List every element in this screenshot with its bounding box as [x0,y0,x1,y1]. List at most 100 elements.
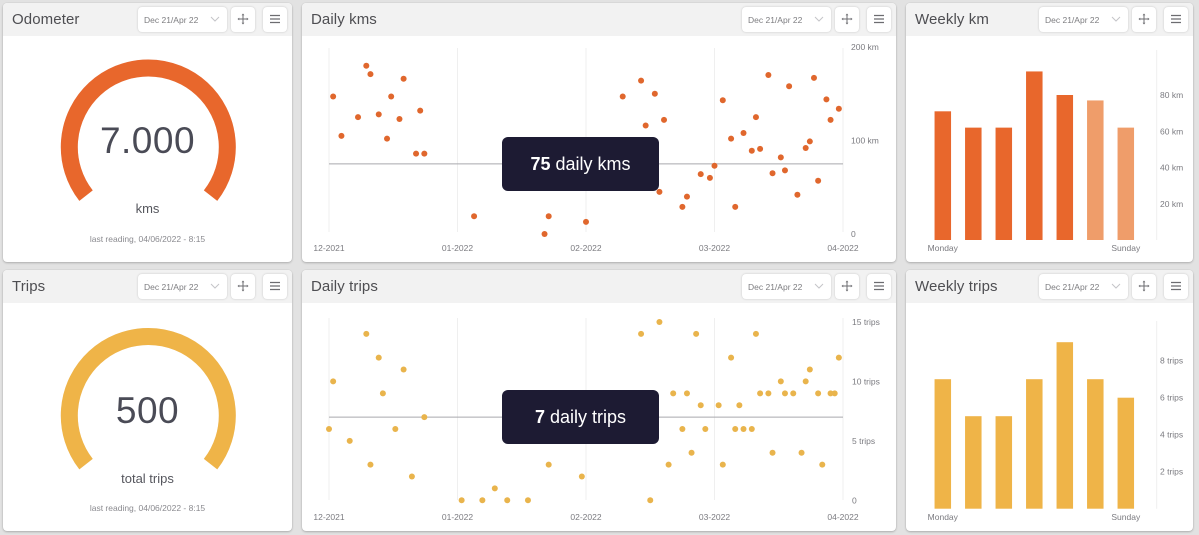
date-range-dropdown[interactable]: Dec 21/Apr 22 [138,7,227,32]
bar[interactable] [1117,397,1135,509]
data-point[interactable] [786,83,793,90]
data-point[interactable] [396,115,403,122]
data-point[interactable] [330,378,337,385]
data-point[interactable] [781,390,788,397]
data-point[interactable] [363,62,370,69]
data-point[interactable] [417,107,424,114]
data-point[interactable] [545,213,552,220]
data-point[interactable] [806,366,813,373]
data-point[interactable] [375,354,382,361]
data-point[interactable] [794,191,801,198]
data-point[interactable] [471,213,478,220]
data-point[interactable] [719,97,726,104]
data-point[interactable] [408,473,415,480]
data-point[interactable] [765,72,772,79]
data-point[interactable] [693,330,700,337]
bar[interactable] [995,127,1013,240]
date-range-dropdown[interactable]: Dec 21/Apr 22 [742,274,831,299]
data-point[interactable] [757,390,764,397]
bar[interactable] [1087,379,1104,509]
data-point[interactable] [757,145,764,152]
data-point[interactable] [715,402,722,409]
bar[interactable] [934,111,952,240]
date-range-dropdown[interactable]: Dec 21/Apr 22 [742,7,831,32]
data-point[interactable] [683,193,690,200]
data-point[interactable] [806,138,813,145]
move-button[interactable] [1132,7,1156,32]
data-point[interactable] [665,461,672,468]
data-point[interactable] [752,114,759,121]
data-point[interactable] [400,366,407,373]
data-point[interactable] [647,497,654,504]
data-point[interactable] [421,150,428,157]
date-range-dropdown[interactable]: Dec 21/Apr 22 [138,274,227,299]
bar[interactable] [934,379,952,509]
data-point[interactable] [638,330,645,337]
data-point[interactable] [578,473,585,480]
data-point[interactable] [388,93,395,100]
data-point[interactable] [819,461,826,468]
data-point[interactable] [346,437,353,444]
bar[interactable] [1056,342,1074,509]
data-point[interactable] [479,497,486,504]
data-point[interactable] [638,77,645,84]
menu-button[interactable] [263,274,287,299]
data-point[interactable] [831,390,838,397]
menu-button[interactable] [867,274,891,299]
data-point[interactable] [379,390,386,397]
data-point[interactable] [697,402,704,409]
date-range-dropdown[interactable]: Dec 21/Apr 22 [1039,7,1128,32]
data-point[interactable] [642,122,649,129]
data-point[interactable] [384,135,391,142]
data-point[interactable] [392,425,399,432]
data-point[interactable] [504,497,511,504]
data-point[interactable] [732,425,739,432]
data-point[interactable] [367,71,374,78]
data-point[interactable] [802,378,809,385]
data-point[interactable] [697,171,704,178]
data-point[interactable] [702,425,709,432]
date-range-dropdown[interactable]: Dec 21/Apr 22 [1039,274,1128,299]
data-point[interactable] [679,425,686,432]
data-point[interactable] [719,461,726,468]
data-point[interactable] [835,105,842,112]
data-point[interactable] [798,449,805,456]
data-point[interactable] [656,319,663,325]
data-point[interactable] [400,75,407,82]
data-point[interactable] [740,130,747,137]
data-point[interactable] [541,231,548,237]
bar[interactable] [1117,127,1135,240]
data-point[interactable] [491,485,498,492]
data-point[interactable] [706,174,713,181]
bar[interactable] [1026,379,1043,509]
data-point[interactable] [670,390,677,397]
data-point[interactable] [827,116,834,123]
data-point[interactable] [835,354,842,361]
move-button[interactable] [835,7,859,32]
data-point[interactable] [683,390,690,397]
data-point[interactable] [458,497,465,504]
move-button[interactable] [1132,274,1156,299]
data-point[interactable] [728,354,735,361]
move-button[interactable] [231,274,255,299]
bar[interactable] [965,127,982,240]
data-point[interactable] [752,330,759,337]
data-point[interactable] [802,144,809,151]
data-point[interactable] [790,390,797,397]
bar[interactable] [965,416,982,509]
data-point[interactable] [815,390,822,397]
data-point[interactable] [363,330,370,337]
data-point[interactable] [326,425,332,432]
move-button[interactable] [231,7,255,32]
data-point[interactable] [711,162,718,169]
menu-button[interactable] [1164,274,1188,299]
data-point[interactable] [740,425,747,432]
data-point[interactable] [732,203,739,210]
data-point[interactable] [810,74,817,81]
data-point[interactable] [823,96,830,103]
menu-button[interactable] [263,7,287,32]
bar[interactable] [995,416,1013,509]
data-point[interactable] [583,218,589,225]
data-point[interactable] [688,449,695,456]
data-point[interactable] [765,390,772,397]
